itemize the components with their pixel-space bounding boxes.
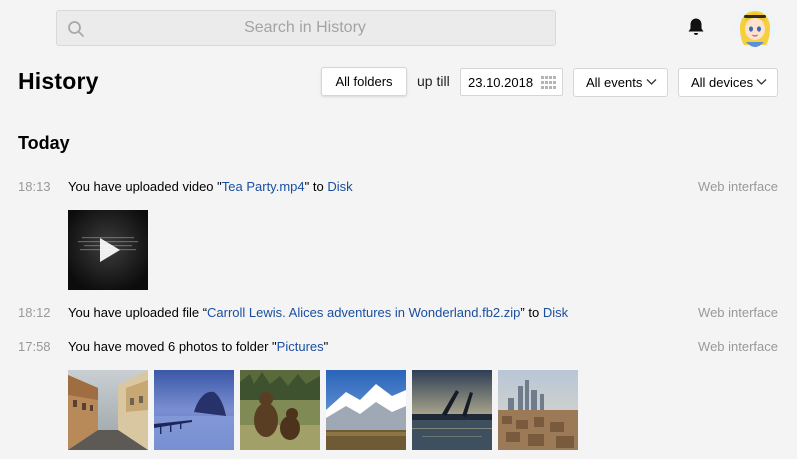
page-title: History xyxy=(18,68,99,94)
folder-link[interactable]: Pictures xyxy=(277,339,324,354)
all-events-label: All events xyxy=(586,75,643,90)
event-source: Web interface xyxy=(698,305,778,320)
event-time: 18:13 xyxy=(18,179,51,194)
event-text: You have uploaded file “ xyxy=(68,305,208,320)
avatar[interactable] xyxy=(733,4,777,50)
event-message: You have moved 6 photos to folder "Pictu… xyxy=(68,339,328,354)
chevron-down-icon xyxy=(646,79,657,85)
up-till-label: up till xyxy=(417,73,450,89)
photo-thumbnail[interactable] xyxy=(240,370,320,450)
event-text: " to xyxy=(304,179,328,194)
date-picker[interactable] xyxy=(460,68,563,96)
date-input[interactable] xyxy=(468,69,538,95)
photo-thumbnail[interactable] xyxy=(154,370,234,450)
event-text: " xyxy=(323,339,329,354)
history-event: 17:58 You have moved 6 photos to folder … xyxy=(0,339,797,359)
search-box[interactable] xyxy=(56,10,556,46)
history-event: 18:13 You have uploaded video "Tea Party… xyxy=(0,179,797,199)
history-event: 18:12 You have uploaded file “Carroll Le… xyxy=(0,305,797,325)
event-message: You have uploaded video "Tea Party.mp4" … xyxy=(68,179,353,194)
photo-thumbnail[interactable] xyxy=(498,370,578,450)
event-time: 18:12 xyxy=(18,305,51,320)
file-link[interactable]: Carroll Lewis. Alices adventures in Wond… xyxy=(207,305,520,320)
calendar-icon[interactable] xyxy=(541,76,556,89)
video-thumbnail[interactable] xyxy=(68,210,148,290)
chevron-down-icon xyxy=(756,79,767,85)
event-text: You have moved 6 photos to folder " xyxy=(68,339,277,354)
search-icon xyxy=(68,21,84,37)
event-time: 17:58 xyxy=(18,339,51,354)
event-source: Web interface xyxy=(698,339,778,354)
all-folders-button[interactable]: All folders xyxy=(321,67,407,96)
event-text: ” to xyxy=(520,305,543,320)
photo-thumbnail[interactable] xyxy=(412,370,492,450)
photo-thumbnail[interactable] xyxy=(326,370,406,450)
all-folders-label: All folders xyxy=(335,74,393,89)
section-title-today: Today xyxy=(18,133,70,153)
all-devices-label: All devices xyxy=(691,75,754,90)
bell-icon[interactable] xyxy=(685,16,707,38)
disk-link[interactable]: Disk xyxy=(543,305,568,320)
disk-link[interactable]: Disk xyxy=(327,179,352,194)
all-devices-dropdown[interactable]: All devices xyxy=(678,68,778,97)
video-preview xyxy=(68,210,148,290)
event-source: Web interface xyxy=(698,179,778,194)
event-message: You have uploaded file “Carroll Lewis. A… xyxy=(68,305,568,320)
event-text: You have uploaded video " xyxy=(68,179,222,194)
file-link[interactable]: Tea Party.mp4 xyxy=(222,179,305,194)
photo-thumbnail[interactable] xyxy=(68,370,148,450)
all-events-dropdown[interactable]: All events xyxy=(573,68,668,97)
search-input[interactable] xyxy=(97,11,553,45)
